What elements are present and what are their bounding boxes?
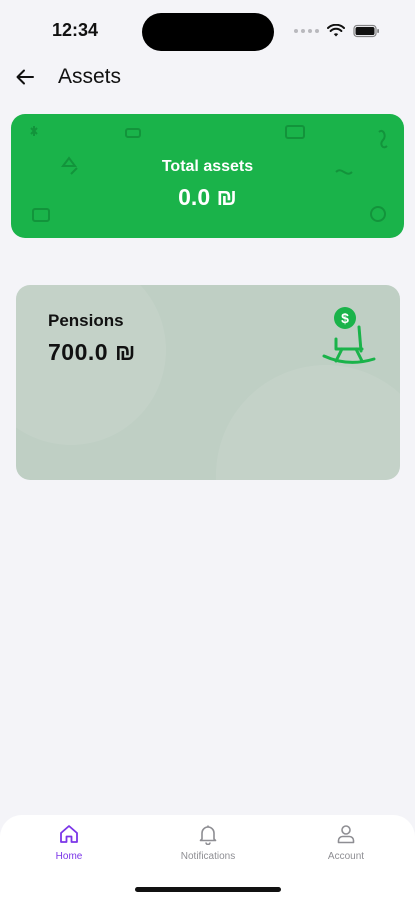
tab-account-label: Account xyxy=(327,851,365,862)
tab-home-label: Home xyxy=(55,851,83,862)
background-shape xyxy=(216,365,400,480)
pensions-label: Pensions xyxy=(48,311,124,330)
back-button[interactable] xyxy=(12,64,38,90)
tab-account[interactable]: Account xyxy=(291,823,401,862)
page-title: Assets xyxy=(58,65,122,88)
pensions-card[interactable]: Pensions 700.0 ₪ $ xyxy=(16,285,400,480)
total-assets-card[interactable]: Total assets 0.0 ₪ xyxy=(11,114,404,238)
wifi-icon xyxy=(327,24,345,37)
person-icon xyxy=(337,825,355,844)
bell-icon xyxy=(199,825,217,845)
rocking-chair-coin-icon: $ xyxy=(322,307,376,364)
decorative-pattern xyxy=(30,125,388,222)
total-assets-value: 0.0 ₪ xyxy=(178,184,237,210)
arrow-left-icon xyxy=(16,69,34,85)
battery-icon xyxy=(353,24,379,38)
status-icons xyxy=(294,24,381,38)
status-bar: 12:34 xyxy=(0,0,415,62)
status-time: 12:34 xyxy=(52,20,99,40)
home-indicator xyxy=(135,887,281,892)
tab-notifications-label: Notifications xyxy=(180,851,236,862)
tab-home[interactable]: Home xyxy=(14,823,124,862)
page-header: Assets xyxy=(0,60,415,94)
dynamic-island xyxy=(142,13,274,51)
home-icon xyxy=(60,825,78,843)
cellular-signal-icon xyxy=(294,29,319,33)
pensions-value: 700.0 ₪ xyxy=(48,339,136,365)
total-assets-label: Total assets xyxy=(161,158,254,175)
svg-text:$: $ xyxy=(341,310,349,326)
tab-notifications[interactable]: Notifications xyxy=(153,823,263,862)
